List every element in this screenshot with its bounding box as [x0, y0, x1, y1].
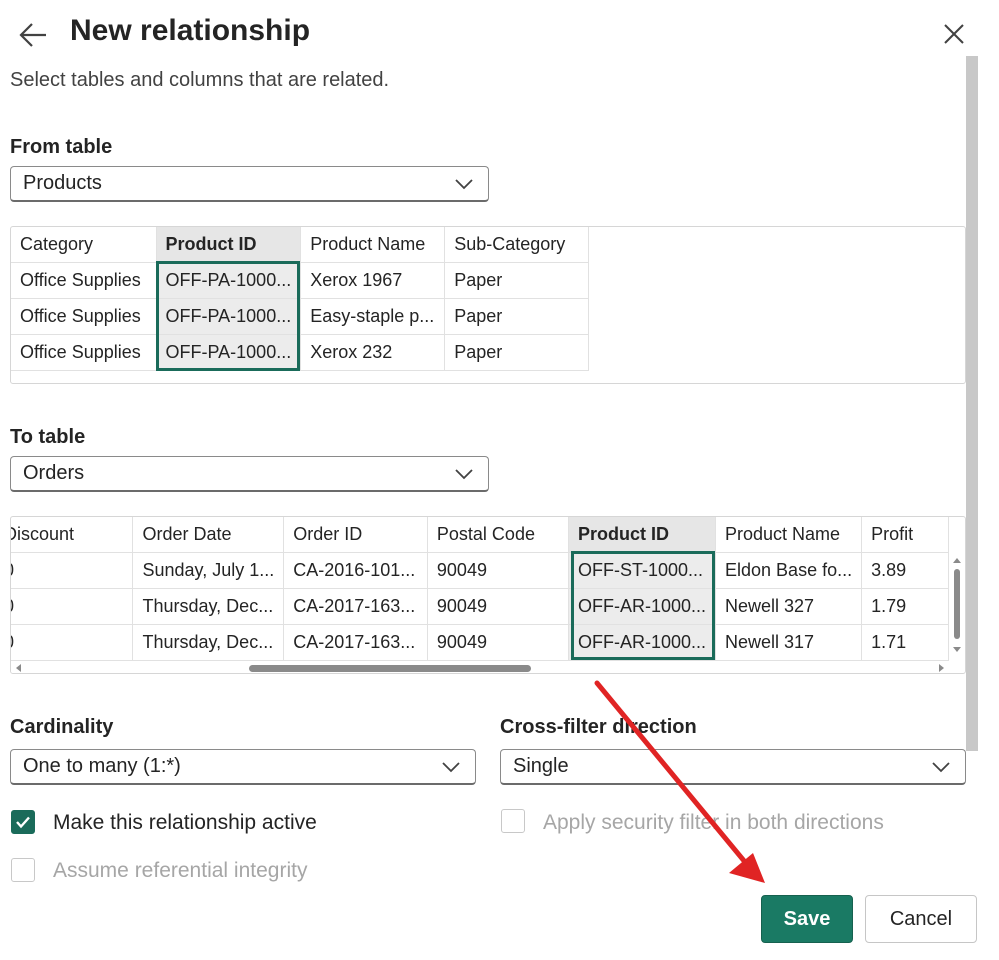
- table-cell: 1.79: [861, 588, 949, 625]
- close-button[interactable]: [938, 18, 970, 50]
- make-active-checkbox[interactable]: [11, 810, 35, 834]
- to-col-discount[interactable]: Discount: [11, 517, 134, 553]
- to-table-dropdown[interactable]: Orders: [10, 456, 489, 492]
- to-table-vertical-scrollbar[interactable]: [949, 553, 965, 661]
- cardinality-label: Cardinality: [10, 716, 114, 738]
- from-table-grid: Category Product ID Product Name Sub-Cat…: [11, 227, 590, 371]
- to-header-row: Discount Order Date Order ID Postal Code…: [11, 517, 949, 553]
- to-col-order-date[interactable]: Order Date: [132, 517, 285, 553]
- cross-filter-selected: Single: [513, 755, 569, 777]
- cardinality-selected: One to many (1:*): [23, 755, 181, 777]
- to-table-grid: Discount Order Date Order ID Postal Code…: [11, 517, 949, 661]
- from-table-label: From table: [10, 136, 113, 158]
- assume-integrity-checkbox[interactable]: [11, 858, 35, 882]
- scroll-down-icon: [953, 647, 961, 652]
- table-cell: Thursday, Dec...: [132, 624, 285, 661]
- cancel-button[interactable]: Cancel: [865, 895, 977, 943]
- assume-integrity-label: Assume referential integrity: [53, 859, 308, 882]
- to-col-product-name[interactable]: Product Name: [715, 517, 863, 553]
- save-button[interactable]: Save: [761, 895, 853, 943]
- from-table-preview: Category Product ID Product Name Sub-Cat…: [10, 226, 966, 384]
- table-cell: Office Supplies: [11, 334, 157, 371]
- table-row: Office Supplies OFF-PA-1000... Easy-stap…: [11, 298, 590, 335]
- table-cell: Xerox 232: [300, 334, 446, 371]
- table-cell: OFF-PA-1000...: [156, 298, 302, 335]
- table-cell: Office Supplies: [11, 262, 157, 299]
- from-header-row: Category Product ID Product Name Sub-Cat…: [11, 227, 590, 263]
- dialog-subtitle: Select tables and columns that are relat…: [10, 69, 390, 91]
- table-cell: Paper: [444, 334, 590, 371]
- scroll-right-icon: [939, 664, 944, 672]
- table-cell: 3.89: [861, 552, 949, 589]
- table-cell: Newell 317: [715, 624, 863, 661]
- checkmark-icon: [16, 816, 30, 829]
- from-table-selected: Products: [23, 172, 102, 194]
- table-cell: 0: [11, 552, 134, 589]
- table-row: Office Supplies OFF-PA-1000... Xerox 196…: [11, 262, 590, 299]
- from-col-category[interactable]: Category: [11, 227, 157, 263]
- table-cell: Eldon Base fo...: [715, 552, 863, 589]
- from-col-sub-category[interactable]: Sub-Category: [444, 227, 590, 263]
- chevron-down-icon: [455, 469, 473, 480]
- table-cell: Newell 327: [715, 588, 863, 625]
- chevron-down-icon: [932, 762, 950, 773]
- scroll-left-icon: [16, 664, 21, 672]
- table-cell: 90049: [427, 552, 569, 589]
- table-cell: 0: [11, 624, 134, 661]
- to-col-profit[interactable]: Profit: [861, 517, 949, 553]
- table-cell: OFF-AR-1000...: [568, 624, 717, 661]
- table-cell: Office Supplies: [11, 298, 157, 335]
- chevron-down-icon: [455, 179, 473, 190]
- to-col-postal-code[interactable]: Postal Code: [427, 517, 569, 553]
- scroll-up-icon: [953, 558, 961, 563]
- to-table-selected: Orders: [23, 462, 85, 484]
- security-filter-checkbox[interactable]: [501, 809, 525, 833]
- table-cell: CA-2017-163...: [283, 588, 428, 625]
- table-row: 0 Thursday, Dec... CA-2017-163... 90049 …: [11, 588, 949, 625]
- table-cell: Easy-staple p...: [300, 298, 446, 335]
- table-cell: Paper: [444, 262, 590, 299]
- table-cell: 90049: [427, 624, 569, 661]
- to-table-label: To table: [10, 426, 86, 448]
- table-cell: OFF-ST-1000...: [568, 552, 717, 589]
- from-col-product-name[interactable]: Product Name: [300, 227, 446, 263]
- back-arrow-icon: [19, 23, 46, 47]
- table-row: 0 Sunday, July 1... CA-2016-101... 90049…: [11, 552, 949, 589]
- from-col-product-id[interactable]: Product ID: [156, 227, 302, 263]
- dialog-scrollbar[interactable]: [966, 56, 978, 751]
- table-cell: Sunday, July 1...: [132, 552, 285, 589]
- table-cell: 1.71: [861, 624, 949, 661]
- dialog-title: New relationship: [70, 14, 311, 47]
- table-cell: Thursday, Dec...: [132, 588, 285, 625]
- to-table-preview: Discount Order Date Order ID Postal Code…: [10, 516, 966, 674]
- table-cell: OFF-PA-1000...: [156, 334, 302, 371]
- to-col-product-id[interactable]: Product ID: [568, 517, 717, 553]
- back-button[interactable]: [14, 18, 52, 52]
- table-cell: CA-2016-101...: [283, 552, 428, 589]
- to-col-order-id[interactable]: Order ID: [283, 517, 428, 553]
- vertical-scroll-thumb[interactable]: [954, 569, 960, 639]
- table-cell: Xerox 1967: [300, 262, 446, 299]
- security-filter-label: Apply security filter in both directions: [543, 811, 884, 834]
- table-row: Office Supplies OFF-PA-1000... Xerox 232…: [11, 334, 590, 371]
- make-active-label: Make this relationship active: [53, 811, 317, 834]
- table-cell: 0: [11, 588, 134, 625]
- table-cell: OFF-PA-1000...: [156, 262, 302, 299]
- table-cell: OFF-AR-1000...: [568, 588, 717, 625]
- cardinality-dropdown[interactable]: One to many (1:*): [10, 749, 476, 785]
- horizontal-scroll-thumb[interactable]: [249, 665, 531, 672]
- close-icon: [944, 24, 964, 44]
- table-cell: 90049: [427, 588, 569, 625]
- chevron-down-icon: [442, 762, 460, 773]
- table-cell: Paper: [444, 298, 590, 335]
- from-table-dropdown[interactable]: Products: [10, 166, 489, 202]
- cross-filter-dropdown[interactable]: Single: [500, 749, 966, 785]
- table-row: 0 Thursday, Dec... CA-2017-163... 90049 …: [11, 624, 949, 661]
- table-cell: CA-2017-163...: [283, 624, 428, 661]
- cross-filter-label: Cross-filter direction: [500, 716, 697, 738]
- to-table-horizontal-scrollbar[interactable]: [11, 661, 949, 673]
